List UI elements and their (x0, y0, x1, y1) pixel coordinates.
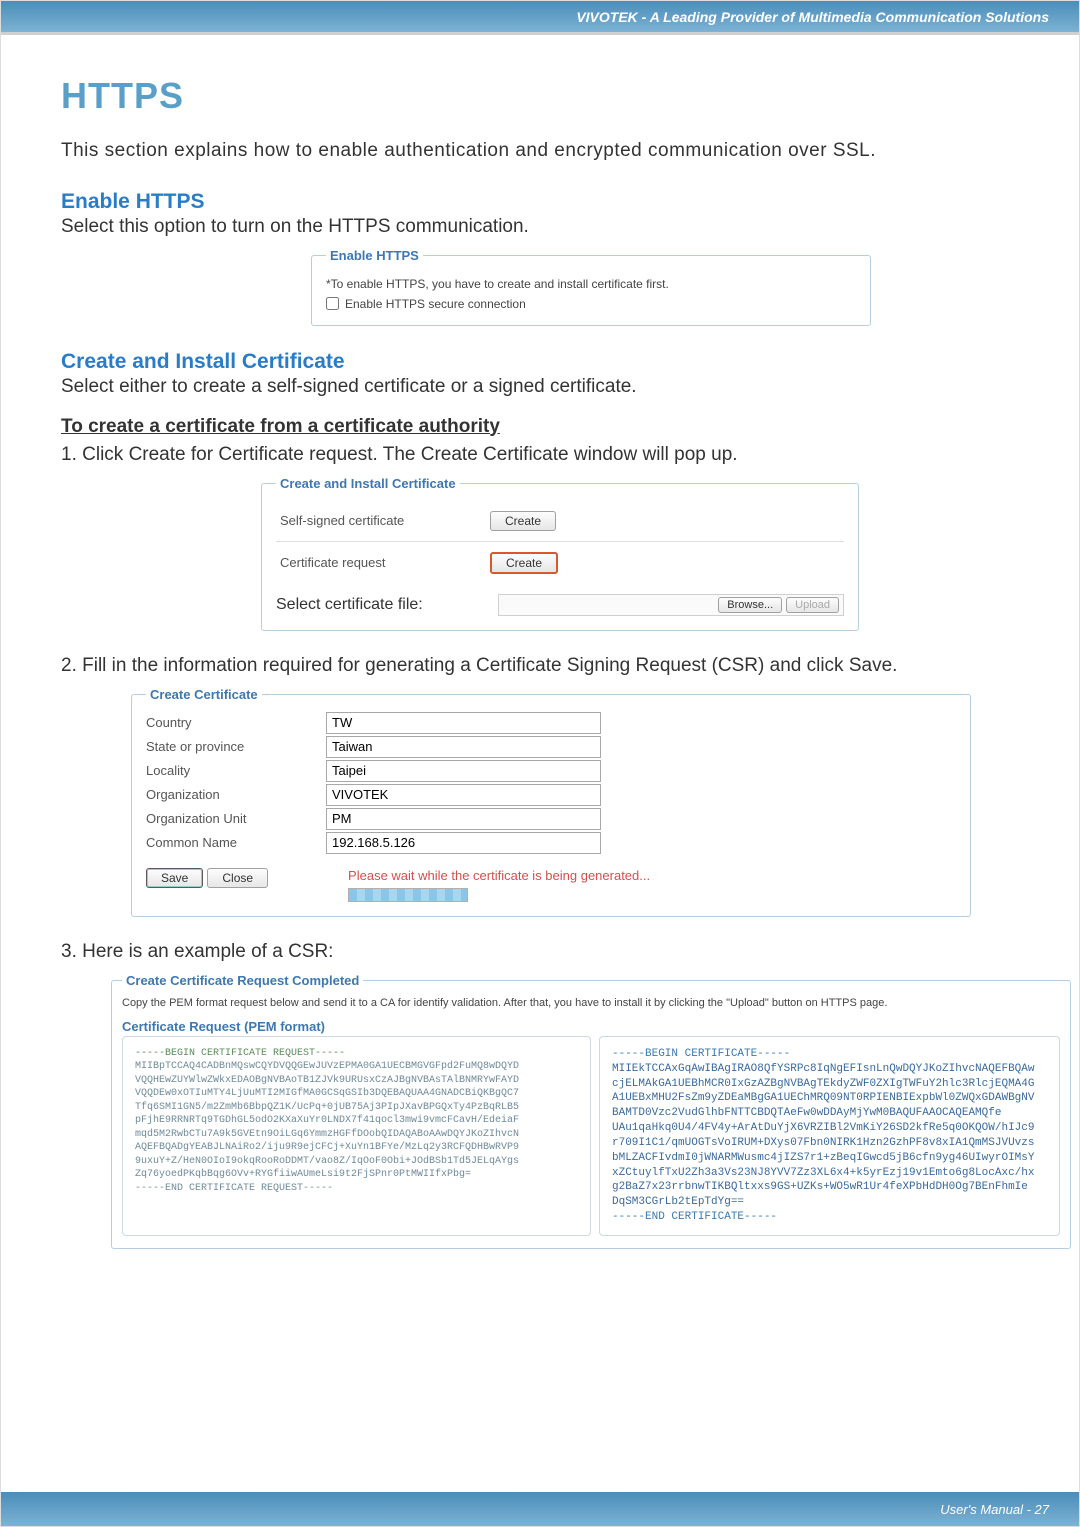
create-cert-request-button[interactable]: Create (490, 552, 558, 574)
pem-line: mqd5M2RwbCTu7A9k5GVEtn9OiLGq6YmmzHGFfDOo… (135, 1128, 578, 1142)
pem-line: Tfq6SMI1GN5/m2ZmMb6BbpQZ1K/UcPq+0jUB75Aj… (135, 1101, 578, 1115)
create-certificate-panel: Create Certificate Country State or prov… (131, 687, 971, 917)
csr-pem-panel: -----BEGIN CERTIFICATE REQUEST----- MIIB… (122, 1036, 591, 1236)
cert-line: bMLZACFIvdmI0jWNARMWusmc4jIZS7r1+zBeqIGw… (612, 1151, 1047, 1166)
cert-request-label: Certificate request (280, 555, 490, 570)
cert-line: DqSM3CGrLb2tEpTdYg== (612, 1195, 1047, 1210)
page: VIVOTEK - A Leading Provider of Multimed… (0, 0, 1080, 1527)
cert-line: g2BaZ7x23rrbnwTIKBQltxxs9GS+UZKs+WO5wR1U… (612, 1180, 1047, 1195)
progress-bar (348, 888, 468, 902)
select-file-label: Select certificate file: (276, 596, 486, 614)
cert-line: UAu1qaHkq0U4/4FV4y+ArAtDuYjX6VRZIBl2VmKi… (612, 1121, 1047, 1136)
pem-line: Zq76yoedPKqbBqg6OVv+RYGfiiwAUmeLsi9t2FjS… (135, 1168, 578, 1182)
create-install-fieldset: Create and Install Certificate Self-sign… (261, 476, 859, 631)
to-create-heading: To create a certificate from a certifica… (61, 416, 1019, 438)
org-unit-input[interactable] (326, 808, 601, 830)
select-file-row: Select certificate file: Browse... Uploa… (276, 594, 844, 616)
create-install-heading: Create and Install Certificate (61, 350, 1019, 374)
steps-list: 1. Click Create for Certificate request.… (61, 444, 1019, 466)
locality-input[interactable] (326, 760, 601, 782)
content-area: HTTPS This section explains how to enabl… (1, 35, 1079, 1283)
locality-label: Locality (146, 760, 326, 781)
csr-instruction: Copy the PEM format request below and se… (122, 996, 1060, 1011)
cert-line: MIIEkTCCAxGqAwIBAgIRAO8QfYSRPc8IqNgEFIsn… (612, 1062, 1047, 1077)
organization-label: Organization (146, 784, 326, 805)
cert-line: r709I1C1/qmUOGTsVoIRUM+DXys07Fbn0NIRK1Hz… (612, 1136, 1047, 1151)
csr-cert-panel: -----BEGIN CERTIFICATE----- MIIEkTCCAxGq… (599, 1036, 1060, 1236)
save-close-row: Save Close Please wait while the certifi… (146, 868, 956, 902)
cert-end: -----END CERTIFICATE----- (612, 1210, 1047, 1225)
enable-https-checkbox-label: Enable HTTPS secure connection (345, 297, 526, 311)
cert-body: MIIEkTCCAxGqAwIBAgIRAO8QfYSRPc8IqNgEFIsn… (612, 1062, 1047, 1210)
enable-https-heading: Enable HTTPS (61, 190, 1019, 214)
self-signed-row: Self-signed certificate Create (276, 501, 844, 542)
pem-legend: Certificate Request (PEM format) (122, 1019, 1060, 1034)
csr-fieldset: Create Certificate Request Completed Cop… (111, 973, 1071, 1250)
browse-button[interactable]: Browse... (718, 597, 782, 613)
enable-https-legend: Enable HTTPS (326, 248, 423, 263)
save-button[interactable]: Save (146, 868, 203, 888)
org-unit-label: Organization Unit (146, 808, 326, 829)
common-name-input[interactable] (326, 832, 601, 854)
state-label: State or province (146, 736, 326, 757)
pem-line: MIIBpTCCAQ4CADBnMQswCQYDVQQGEwJUVzEPMA0G… (135, 1060, 578, 1074)
close-button[interactable]: Close (207, 868, 268, 888)
country-label: Country (146, 712, 326, 733)
steps-list-3: 3. Here is an example of a CSR: (61, 941, 1019, 963)
banner-text: VIVOTEK - A Leading Provider of Multimed… (576, 9, 1049, 25)
enable-https-note: *To enable HTTPS, you have to create and… (326, 277, 856, 291)
csr-panels: -----BEGIN CERTIFICATE REQUEST----- MIIB… (122, 1036, 1060, 1236)
enable-https-checkbox[interactable] (326, 297, 339, 310)
pem-line: VQQHEwZUYWlwZWkxEDAOBgNVBAoTB1ZJVk9URUsx… (135, 1074, 578, 1088)
wait-column: Please wait while the certificate is bei… (348, 868, 650, 902)
step-3: 3. Here is an example of a CSR: (61, 941, 1019, 963)
enable-https-text: Select this option to turn on the HTTPS … (61, 216, 1019, 238)
pem-line: 9uxuY+Z/HeN0OIoI9okqRooRoDDMT/vao8Z/IqOo… (135, 1155, 578, 1169)
enable-https-checkbox-row[interactable]: Enable HTTPS secure connection (326, 297, 856, 311)
csr-legend: Create Certificate Request Completed (122, 973, 363, 988)
upload-button[interactable]: Upload (786, 597, 839, 613)
create-certificate-legend: Create Certificate (146, 687, 262, 702)
create-install-panel: Create and Install Certificate Self-sign… (261, 476, 859, 631)
steps-list-2: 2. Fill in the information required for … (61, 655, 1019, 677)
cert-begin: -----BEGIN CERTIFICATE----- (612, 1047, 1047, 1062)
intro-text: This section explains how to enable auth… (61, 137, 1019, 166)
step-2: 2. Fill in the information required for … (61, 655, 1019, 677)
enable-https-panel: Enable HTTPS *To enable HTTPS, you have … (311, 248, 871, 326)
create-install-legend: Create and Install Certificate (276, 476, 460, 491)
pem-body: MIIBpTCCAQ4CADBnMQswCQYDVQQGEwJUVzEPMA0G… (135, 1060, 578, 1195)
organization-input[interactable] (326, 784, 601, 806)
self-signed-label: Self-signed certificate (280, 513, 490, 528)
pem-begin: -----BEGIN CERTIFICATE REQUEST----- (135, 1048, 345, 1059)
cert-line: cjELMAkGA1UEBhMCR0IxGzAZBgNVBAgTEkdyZWF0… (612, 1077, 1047, 1092)
common-name-label: Common Name (146, 832, 326, 853)
certificate-form: Country State or province Locality Organ… (146, 712, 956, 854)
footer-banner: User's Manual - 27 (1, 1492, 1079, 1526)
footer-text: User's Manual - 27 (940, 1502, 1049, 1517)
file-slot: Browse... Upload (498, 594, 844, 616)
create-self-signed-button[interactable]: Create (490, 511, 556, 531)
cert-line: xZCtuylfTxU2Zh3a3Vs23NJ8YVV7Zz3XL6x4+k5y… (612, 1166, 1047, 1181)
save-close-buttons: Save Close (146, 868, 268, 888)
step-1: 1. Click Create for Certificate request.… (61, 444, 1019, 466)
create-certificate-fieldset: Create Certificate Country State or prov… (131, 687, 971, 917)
wait-message: Please wait while the certificate is bei… (348, 868, 650, 883)
pem-line: pFjhE9RRNRTq9TGDhGL5odO2KXaXuYr0LNDX7f41… (135, 1114, 578, 1128)
country-input[interactable] (326, 712, 601, 734)
top-banner: VIVOTEK - A Leading Provider of Multimed… (1, 1, 1079, 35)
cert-request-row: Certificate request Create (276, 542, 844, 584)
create-install-text: Select either to create a self-signed ce… (61, 376, 1019, 398)
state-input[interactable] (326, 736, 601, 758)
enable-https-fieldset: Enable HTTPS *To enable HTTPS, you have … (311, 248, 871, 326)
pem-line: -----END CERTIFICATE REQUEST----- (135, 1182, 578, 1196)
cert-line: BAMTD0Vzc2VudGlhbFNTTCBDQTAeFw0wDDAyMjYw… (612, 1106, 1047, 1121)
page-title: HTTPS (61, 75, 1019, 117)
pem-line: AQEFBQADgYEABJLNAiRo2/iju9R9ejCFCj+XuYn1… (135, 1141, 578, 1155)
csr-panel: Create Certificate Request Completed Cop… (111, 973, 1071, 1250)
pem-line: VQQDEw0xOTIuMTY4LjUuMTI2MIGfMA0GCSqGSIb3… (135, 1087, 578, 1101)
cert-line: A1UEBxMHU2FsZm9yZDEaMBgGA1UEChMRQ09NT0RP… (612, 1091, 1047, 1106)
